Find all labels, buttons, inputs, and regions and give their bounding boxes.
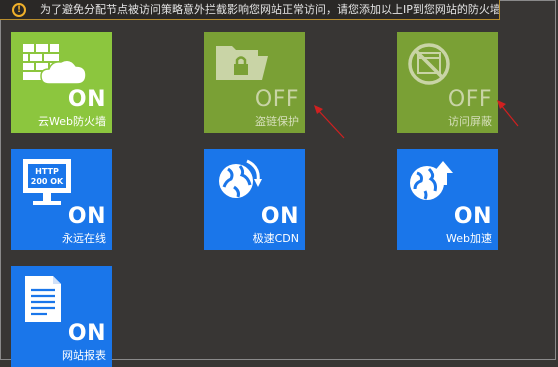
tile-label: 网站报表: [62, 349, 106, 362]
tile-speed-cdn[interactable]: ON 极速CDN: [204, 149, 305, 250]
tile-label: 盗链保护: [255, 115, 299, 128]
tile-state: ON: [260, 204, 299, 229]
tile-web-acceleration[interactable]: ON Web加速: [397, 149, 498, 250]
http-200-ok-monitor-icon: HTTP 200 OK: [23, 159, 71, 205]
upload-globe-icon: [410, 161, 453, 200]
tile-label: 云Web防火墙: [38, 115, 106, 128]
tile-label: Web加速: [446, 232, 492, 245]
tile-site-report[interactable]: ON 网站报表: [11, 266, 112, 367]
http-badge-line1: HTTP: [35, 167, 59, 176]
tile-cloud-web-firewall[interactable]: ON 云Web防火墙: [11, 32, 112, 133]
tile-state: ON: [67, 87, 106, 112]
notice-bar: ! 为了避免分配节点被访问策略意外拦截影响您网站正常访问，请您添加以上IP到您网…: [0, 0, 500, 20]
http-badge-line2: 200 OK: [31, 177, 64, 186]
cloud-firewall-icon: [23, 44, 87, 85]
tile-label: 永远在线: [62, 232, 106, 245]
tile-state: ON: [453, 204, 492, 229]
tile-always-online[interactable]: HTTP 200 OK ON 永远在线: [11, 149, 112, 250]
tile-state: ON: [67, 321, 106, 346]
notice-text: 为了避免分配节点被访问策略意外拦截影响您网站正常访问，请您添加以上IP到您网站的…: [40, 3, 500, 16]
tile-state: OFF: [447, 87, 492, 112]
blocked-window-icon: [408, 43, 450, 85]
tile-state: ON: [67, 204, 106, 229]
locked-folder-icon: [216, 46, 268, 80]
annotation-arrow: [497, 100, 519, 127]
tile-hotlink-protection[interactable]: OFF 盗链保护: [204, 32, 305, 133]
tile-access-blocking[interactable]: OFF 访问屏蔽: [397, 32, 498, 133]
tile-label: 访问屏蔽: [448, 115, 492, 128]
report-document-icon: [25, 276, 61, 322]
tile-state: OFF: [254, 87, 299, 112]
warning-icon: !: [12, 3, 26, 17]
speed-globe-icon: [219, 159, 262, 198]
tile-label: 极速CDN: [252, 232, 299, 245]
annotation-arrow: [314, 105, 345, 139]
